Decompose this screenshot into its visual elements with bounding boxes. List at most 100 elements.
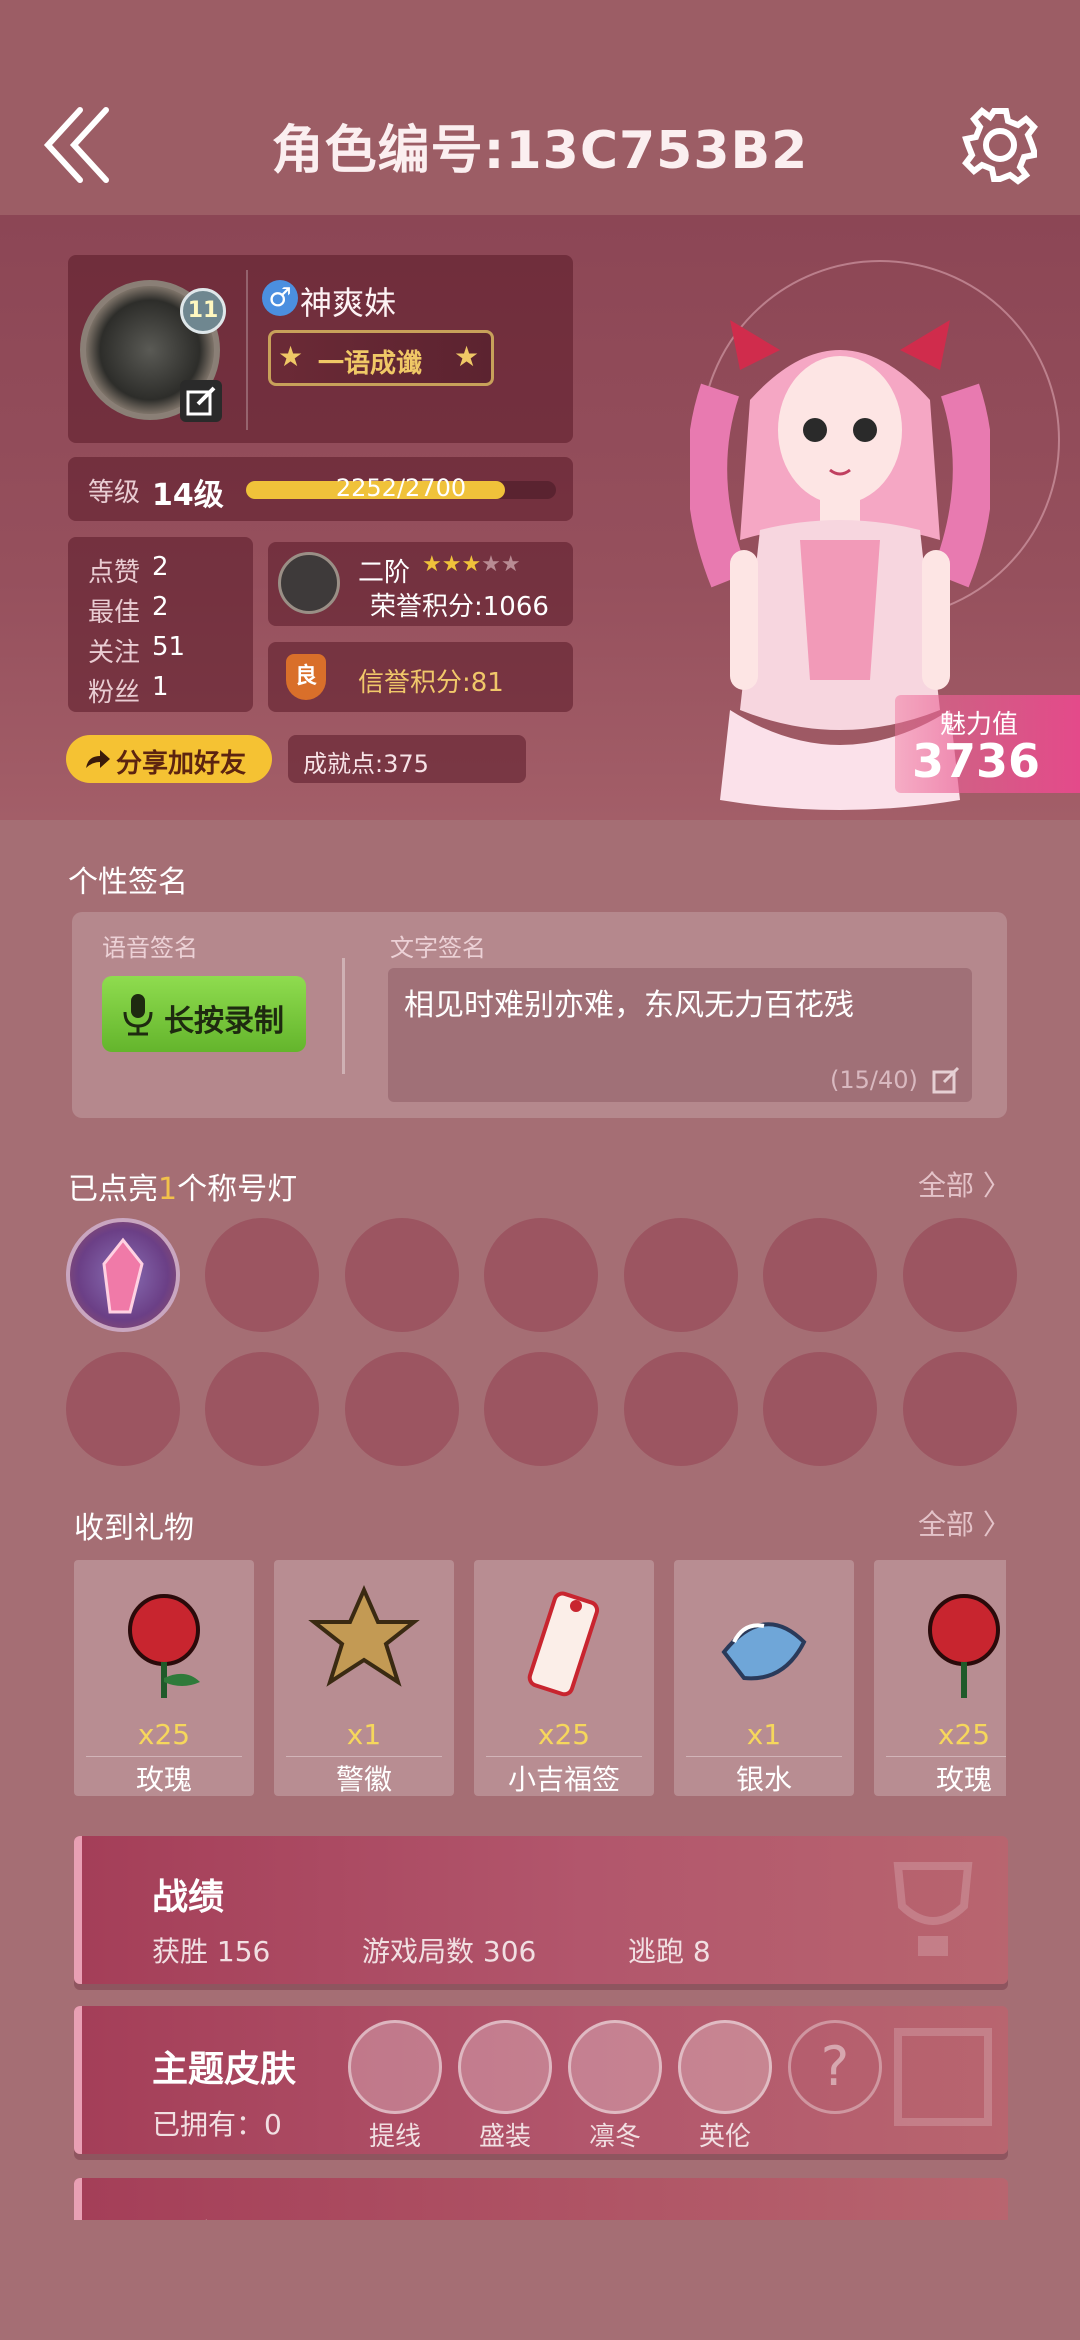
share-arrow-icon (82, 744, 112, 774)
skin-label: 提线 (368, 2122, 421, 2152)
title-lights-heading: 已点亮1个称号灯 (68, 1164, 297, 1208)
page-title: 角色编号:13C753B2 (271, 121, 809, 181)
xp-progress-text: 2252/2700 (335, 474, 467, 502)
text-signature-label: 文字签名 (390, 934, 486, 962)
gift-name: 银水 (735, 1763, 792, 1796)
theme-skin-owned: 已拥有：0 (152, 2108, 282, 2141)
charm-value: 3736 (912, 734, 1041, 788)
edit-icon (186, 386, 216, 416)
title-badge-label: 一语成谶 (318, 349, 423, 379)
question-mark-icon[interactable]: ? (788, 2020, 882, 2114)
stat-value-likes: 2 (152, 552, 169, 582)
gift-name: 玫瑰 (135, 1763, 192, 1796)
rose-icon (128, 1594, 200, 1698)
title-light-slot[interactable] (66, 1352, 180, 1466)
gift-divider (486, 1756, 642, 1757)
gift-divider (286, 1756, 442, 1757)
frame-icon (894, 2028, 992, 2126)
stat-value-fans: 1 (152, 672, 169, 702)
puppet-icon[interactable] (348, 2020, 442, 2114)
gift-card[interactable]: x25 玫瑰 (874, 1560, 1006, 1796)
title-light-slot[interactable] (903, 1352, 1017, 1466)
stat-label-likes: 点赞 (88, 558, 141, 588)
edit-signature-icon[interactable] (930, 1064, 962, 1096)
signature-heading: 个性签名 (68, 865, 188, 900)
title-light-slot[interactable] (345, 1218, 459, 1332)
title-light-slot[interactable] (205, 1218, 319, 1332)
gift-card[interactable]: x25 玫瑰 (74, 1560, 254, 1796)
title-lights-suffix: 个称号灯 (177, 1172, 298, 1207)
stat-value-following: 51 (152, 632, 186, 662)
gifts-list: x25 玫瑰 x1 警徽 x25 小吉福签 x1 银水 x25 玫瑰 (74, 1560, 1006, 1796)
gift-name: 玫瑰 (935, 1763, 992, 1796)
title-lights-all-link[interactable]: 全部 〉 (918, 1164, 1011, 1204)
snowflake-icon[interactable] (568, 2020, 662, 2114)
honor-score: 荣誉积分:1066 (370, 592, 549, 622)
signature-divider (342, 958, 345, 1074)
title-light-slot[interactable] (484, 1218, 598, 1332)
microphone-icon (120, 992, 156, 1036)
title-light-slot[interactable] (484, 1352, 598, 1466)
skin-label: 凛冬 (588, 2122, 641, 2152)
nickname: 神爽妹 (300, 284, 397, 322)
gift-card[interactable]: x1 银水 (674, 1560, 854, 1796)
avatar-edit-button[interactable] (180, 380, 222, 422)
gift-quantity: x1 (746, 1718, 782, 1751)
stat-label-best: 最佳 (88, 598, 141, 628)
gear-icon (962, 107, 1038, 185)
bottom-overlay (0, 2220, 1080, 2340)
level-label: 等级 (88, 478, 141, 508)
star-icon: ★ (278, 340, 304, 373)
star-icon: ★ (454, 340, 480, 373)
games-stat: 游戏局数 306 (362, 1935, 537, 1968)
gifts-all-link[interactable]: 全部 〉 (918, 1503, 1011, 1543)
title-light-slot[interactable] (624, 1352, 738, 1466)
gift-divider (686, 1756, 842, 1757)
male-icon: ♂ (262, 280, 298, 316)
avatar-level-badge: 11 (180, 288, 226, 334)
stat-value-best: 2 (152, 592, 169, 622)
crystal-icon (102, 1237, 144, 1314)
escapes-stat: 逃跑 8 (628, 1935, 711, 1968)
credit-shield-icon: 良 (286, 654, 326, 700)
achievement-points: 成就点:375 (303, 750, 429, 778)
title-lights-prefix: 已点亮 (68, 1172, 158, 1207)
title-light-slot[interactable] (624, 1218, 738, 1332)
stat-label-following: 关注 (88, 638, 141, 668)
title-light-slot[interactable] (345, 1352, 459, 1466)
skin-label: 英伦 (698, 2122, 751, 2152)
trophy-icon (893, 1862, 973, 1956)
card-edge (74, 2006, 82, 2154)
gift-quantity: x1 (346, 1718, 382, 1751)
battle-record-title: 战绩 (152, 1877, 225, 1918)
level-value: 14级 (152, 478, 224, 513)
rose-icon[interactable] (458, 2020, 552, 2114)
title-light-slot[interactable] (205, 1352, 319, 1466)
gift-card[interactable]: x25 小吉福签 (474, 1560, 654, 1796)
stat-label-fans: 粉丝 (88, 678, 141, 708)
card-edge (74, 1836, 82, 1984)
title-light-lit[interactable] (66, 1218, 180, 1332)
title-light-slot[interactable] (903, 1218, 1017, 1332)
hold-to-record-label: 长按录制 (164, 1004, 284, 1039)
gift-quantity: x25 (937, 1718, 991, 1751)
gift-quantity: x25 (137, 1718, 191, 1751)
identity-divider (246, 270, 248, 430)
gifts-heading: 收到礼物 (74, 1511, 194, 1546)
text-signature-content: 相见时难别亦难，东风无力百花残 (404, 988, 854, 1023)
rank-stars-empty: ★★ (481, 552, 521, 577)
rank-emblem-icon (278, 552, 340, 614)
credit-score: 信誉积分:81 (358, 668, 504, 698)
skin-label: 盛装 (478, 2122, 531, 2152)
settings-button[interactable] (960, 100, 1040, 190)
share-add-friend-label: 分享加好友 (116, 749, 247, 779)
top-hat-icon[interactable] (678, 2020, 772, 2114)
title-light-slot[interactable] (763, 1218, 877, 1332)
title-light-slot[interactable] (763, 1352, 877, 1466)
rose-icon (928, 1594, 1000, 1698)
silver-water-icon (721, 1622, 807, 1681)
rank-name: 二阶 (358, 558, 411, 588)
title-lights-count: 1 (158, 1172, 178, 1207)
gift-card[interactable]: x1 警徽 (274, 1560, 454, 1796)
signature-char-count: (15/40) (830, 1066, 918, 1094)
